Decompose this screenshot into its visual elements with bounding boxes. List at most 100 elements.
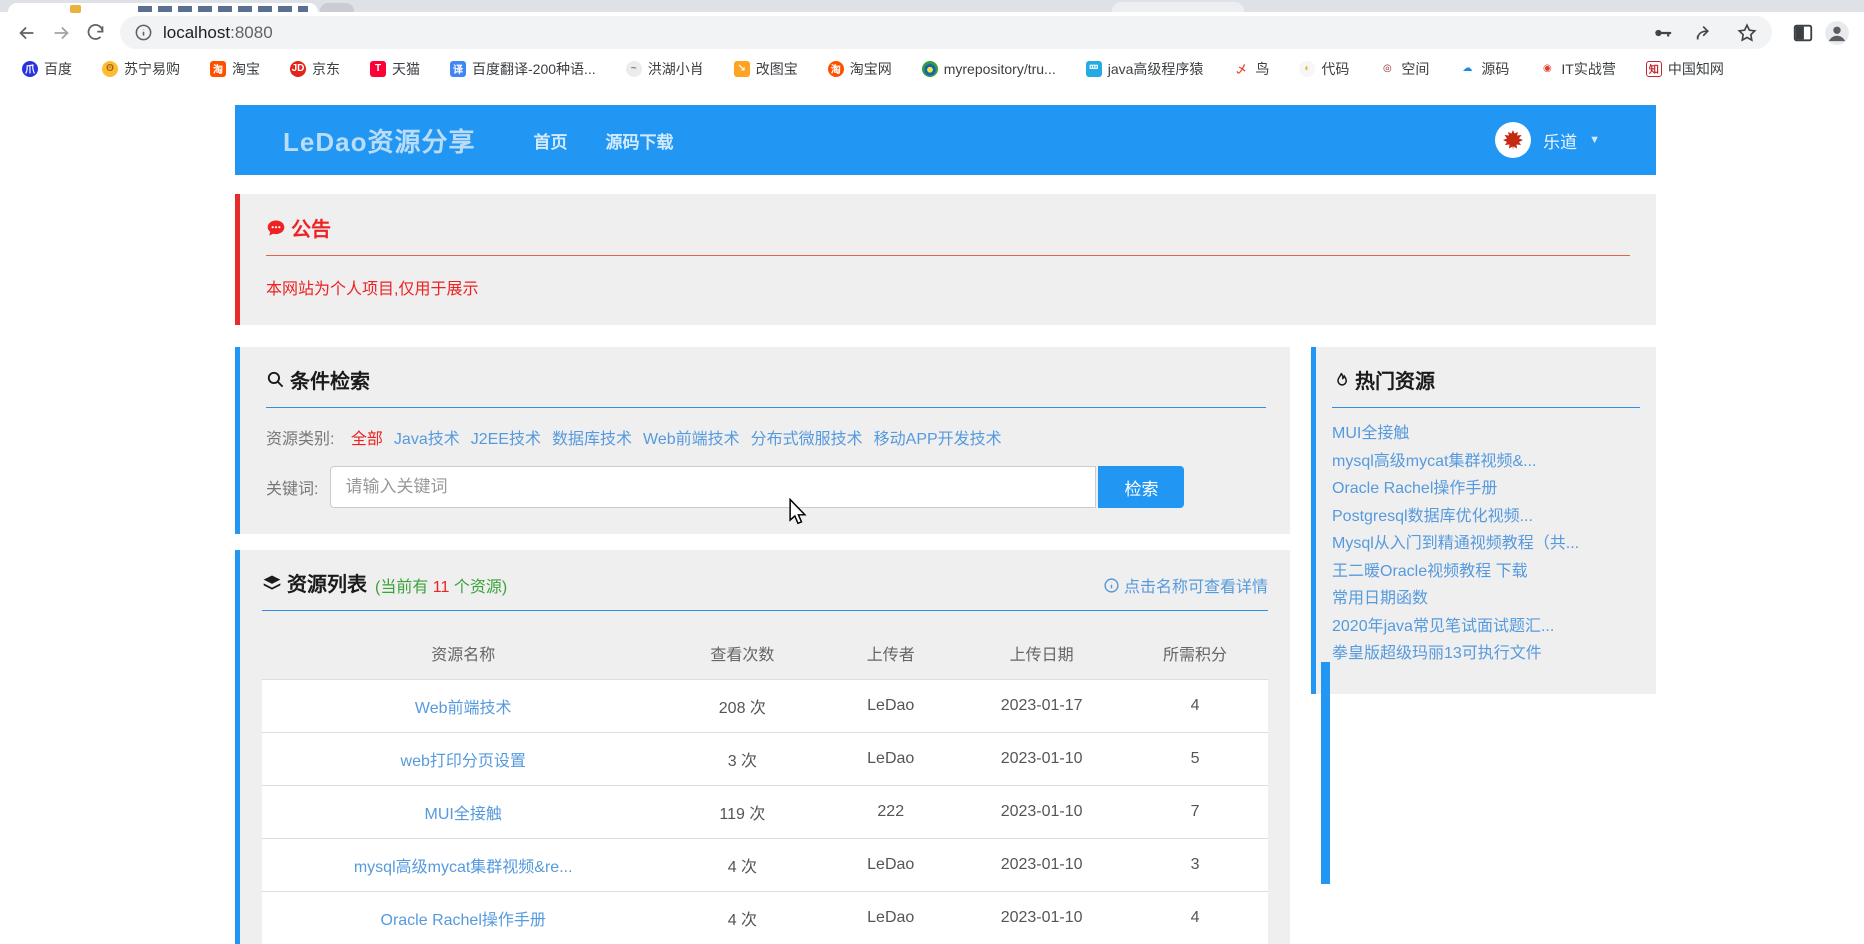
resource-link[interactable]: Web前端技术 <box>415 700 512 717</box>
table-header-row: 资源名称 查看次数 上传者 上传日期 所需积分 <box>262 627 1268 680</box>
cnki-icon: 知 <box>1646 61 1662 77</box>
bookmark-item[interactable]: ~洪湖小肖 <box>626 59 704 79</box>
url-text[interactable]: localhost:8080 <box>163 23 1632 43</box>
category-link[interactable]: Web前端技术 <box>643 431 740 448</box>
uploader-cell: LeDao <box>820 680 961 733</box>
tmall-icon: T <box>370 61 386 77</box>
bookmark-item[interactable]: 爪百度 <box>22 59 72 79</box>
hot-resource-link[interactable]: 2020年java常见笔试面试题汇... <box>1332 618 1554 635</box>
views-cell: 4 次 <box>664 839 820 892</box>
bookmark-label: IT实战营 <box>1561 59 1615 79</box>
hot-list-item: MUI全接触 <box>1332 420 1640 448</box>
nav-link[interactable]: 源码下载 <box>605 128 673 153</box>
points-cell: 7 <box>1122 786 1268 839</box>
side-panel-button[interactable] <box>1786 16 1820 50</box>
resource-link[interactable]: MUI全接触 <box>425 806 502 823</box>
browser-toolbar: localhost:8080 <box>0 12 1864 53</box>
bookmark-item[interactable]: ◉IT实战营 <box>1539 59 1615 79</box>
nav-link[interactable]: 首页 <box>533 128 567 153</box>
bookmark-item[interactable]: 译百度翻译-200种语... <box>450 59 596 79</box>
bookmark-item[interactable]: ʘ苏宁易购 <box>102 59 180 79</box>
bookmark-item[interactable]: T 天猫 <box>370 59 420 79</box>
hot-resource-link[interactable]: Oracle Rachel操作手册 <box>1332 480 1497 497</box>
keyword-input[interactable] <box>330 466 1096 508</box>
resource-link[interactable]: Oracle Rachel操作手册 <box>381 912 546 929</box>
detail-hint: 点击名称可查看详情 <box>1103 573 1268 597</box>
hot-resource-link[interactable]: Mysql从入门到精通视频教程（共... <box>1332 535 1579 552</box>
category-link[interactable]: J2EE技术 <box>471 431 541 448</box>
category-link-active[interactable]: 全部 <box>351 431 383 448</box>
hot-resource-link[interactable]: mysql高级mycat集群视频&... <box>1332 453 1536 470</box>
profile-button[interactable] <box>1820 16 1854 50</box>
date-cell: 2023-01-10 <box>961 839 1122 892</box>
views-cell: 208 次 <box>664 680 820 733</box>
hot-list-item: mysql高级mycat集群视频&... <box>1332 448 1640 476</box>
views-cell: 119 次 <box>664 786 820 839</box>
uploader-cell: LeDao <box>820 733 961 786</box>
hot-resource-link[interactable]: 常用日期函数 <box>1332 590 1428 607</box>
notice-text: 本网站为个人项目,仅用于展示 <box>266 275 1630 299</box>
bookmark-item[interactable]: 淘淘宝网 <box>828 59 892 79</box>
notice-title: 公告 <box>266 213 1630 242</box>
table-row: MUI全接触119 次2222023-01-107 <box>262 786 1268 839</box>
site-logo[interactable]: LeDao资源分享 <box>283 122 475 159</box>
hot-list-item: 拳皇版超级玛丽13可执行文件 <box>1332 640 1640 668</box>
hot-resource-link[interactable]: 王二暖Oracle视频教程 下载 <box>1332 563 1528 580</box>
bookmarks-bar: 爪百度 ʘ苏宁易购 淘淘宝 JD京东 T 天猫 译百度翻译-200种语... ~洪湖小肖 ↘改图… <box>0 53 1864 84</box>
bookmark-item[interactable]: myrepository/tru... <box>922 61 1056 77</box>
bookmark-item[interactable]: ↘改图宝 <box>734 59 798 79</box>
user-menu[interactable]: 乐道 ▼ <box>1495 122 1600 158</box>
bookmark-item[interactable]: ◎ 空间 <box>1379 59 1429 79</box>
reload-button[interactable] <box>78 16 112 50</box>
hot-list-item: Oracle Rachel操作手册 <box>1332 475 1640 503</box>
hot-title: 热门资源 <box>1332 365 1640 394</box>
col-date: 上传日期 <box>961 627 1122 680</box>
category-link[interactable]: 数据库技术 <box>552 431 632 448</box>
bookmark-label: myrepository/tru... <box>944 61 1056 77</box>
forward-button[interactable] <box>44 16 78 50</box>
bookmark-label: 天猫 <box>392 59 420 79</box>
hot-resource-link[interactable]: 拳皇版超级玛丽13可执行文件 <box>1332 645 1542 662</box>
page-info-icon[interactable] <box>134 23 153 42</box>
password-key-button[interactable] <box>1652 22 1674 44</box>
category-link[interactable]: 移动APP开发技术 <box>874 431 1002 448</box>
category-link[interactable]: 分布式微服技术 <box>751 431 863 448</box>
main-nav: 首页 源码下载 <box>533 128 673 153</box>
bird-sketch-icon: ~ <box>626 61 642 77</box>
hot-resource-link[interactable]: MUI全接触 <box>1332 425 1409 442</box>
back-button[interactable] <box>10 16 44 50</box>
hot-resource-link[interactable]: Postgresql数据库优化视频... <box>1332 508 1533 525</box>
tab-title <box>138 6 308 12</box>
bookmark-item[interactable]: ☁源码 <box>1459 59 1509 79</box>
search-title: 条件检索 <box>266 365 1266 394</box>
bookmark-item[interactable]: ◐代码 <box>1299 59 1349 79</box>
bookmark-item[interactable]: JD京东 <box>290 59 340 79</box>
bookmark-this-button[interactable] <box>1736 22 1758 44</box>
username[interactable]: 乐道 <box>1543 128 1577 153</box>
key-icon <box>1652 22 1674 44</box>
bookmark-label: 源码 <box>1481 59 1509 79</box>
share-button[interactable] <box>1694 22 1716 44</box>
resource-link[interactable]: mysql高级mycat集群视频&re... <box>354 859 573 876</box>
bookmark-item[interactable]: 淘淘宝 <box>210 59 260 79</box>
qzone-icon: ◎ <box>1379 61 1395 77</box>
bookmark-item[interactable]: 知中国知网 <box>1646 59 1724 79</box>
category-link[interactable]: Java技术 <box>394 431 460 448</box>
bookmark-item[interactable]: 乄鸟 <box>1233 59 1269 79</box>
user-avatar[interactable] <box>1495 122 1531 158</box>
search-button[interactable]: 检索 <box>1098 466 1184 508</box>
inactive-tab[interactable] <box>1112 2 1244 12</box>
points-cell: 4 <box>1122 892 1268 944</box>
bookmark-label: 淘宝 <box>232 59 260 79</box>
bookmark-item[interactable]: 罒java高级程序猿 <box>1086 59 1204 79</box>
address-bar[interactable]: localhost:8080 <box>120 16 1772 49</box>
baidu-translate-icon: 译 <box>450 61 466 77</box>
bookmark-label: 空间 <box>1401 59 1429 79</box>
bookmark-label: 百度翻译-200种语... <box>472 59 596 79</box>
resource-link[interactable]: web打印分页设置 <box>401 753 526 770</box>
active-tab[interactable] <box>8 3 318 12</box>
col-uploader: 上传者 <box>820 627 961 680</box>
table-row: web打印分页设置3 次LeDao2023-01-105 <box>262 733 1268 786</box>
list-scrollbar-thumb[interactable] <box>1321 662 1330 884</box>
views-cell: 4 次 <box>664 892 820 944</box>
